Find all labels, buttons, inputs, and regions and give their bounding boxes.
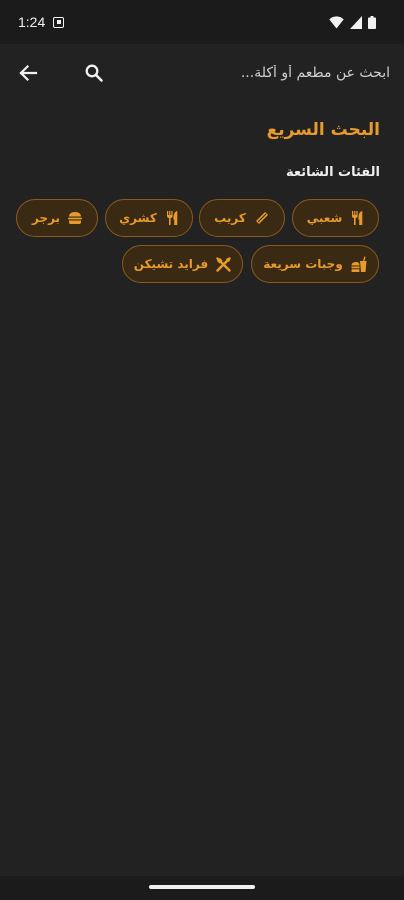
category-chip-koshari[interactable]: كشري <box>105 199 193 237</box>
category-label: كشري <box>119 211 157 225</box>
category-label: وجبات سريعة <box>263 257 343 271</box>
quick-search-title: البحث السريع <box>266 120 380 140</box>
category-chip-fried-chicken[interactable]: فرايد تشيكن <box>122 245 243 283</box>
notification-icon <box>53 16 65 28</box>
category-chip-shaabi[interactable]: شعبي <box>292 199 379 237</box>
battery-icon <box>368 15 376 29</box>
category-chip-crepe[interactable]: كريب <box>199 199 285 237</box>
category-label: كريب <box>214 211 246 225</box>
burger-icon <box>68 212 83 224</box>
category-label: فرايد تشيكن <box>133 257 209 271</box>
category-label: شعبي <box>306 211 343 225</box>
fork-knife-icon <box>352 211 363 225</box>
signal-icon <box>350 15 362 29</box>
crossed-utensils-icon <box>216 256 231 272</box>
status-time: 1:24 <box>18 14 46 30</box>
fork-knife-icon <box>166 211 178 225</box>
search-bar <box>0 44 404 102</box>
category-chip-fast-food[interactable]: وجبات سريعة <box>251 245 379 283</box>
wifi-icon <box>329 15 344 28</box>
category-chip-burger[interactable]: برجر <box>16 199 98 237</box>
fastfood-icon <box>351 256 367 272</box>
search-button[interactable] <box>80 59 108 87</box>
search-icon <box>85 64 103 82</box>
back-button[interactable] <box>14 59 42 87</box>
arrow-left-icon <box>19 64 38 82</box>
home-indicator[interactable] <box>149 885 255 889</box>
crepe-icon <box>255 212 268 224</box>
popular-categories-label: الفئات الشائعة <box>285 165 380 180</box>
category-label: برجر <box>31 211 61 225</box>
status-bar: 1:24 <box>0 0 404 44</box>
search-input[interactable] <box>150 56 390 90</box>
